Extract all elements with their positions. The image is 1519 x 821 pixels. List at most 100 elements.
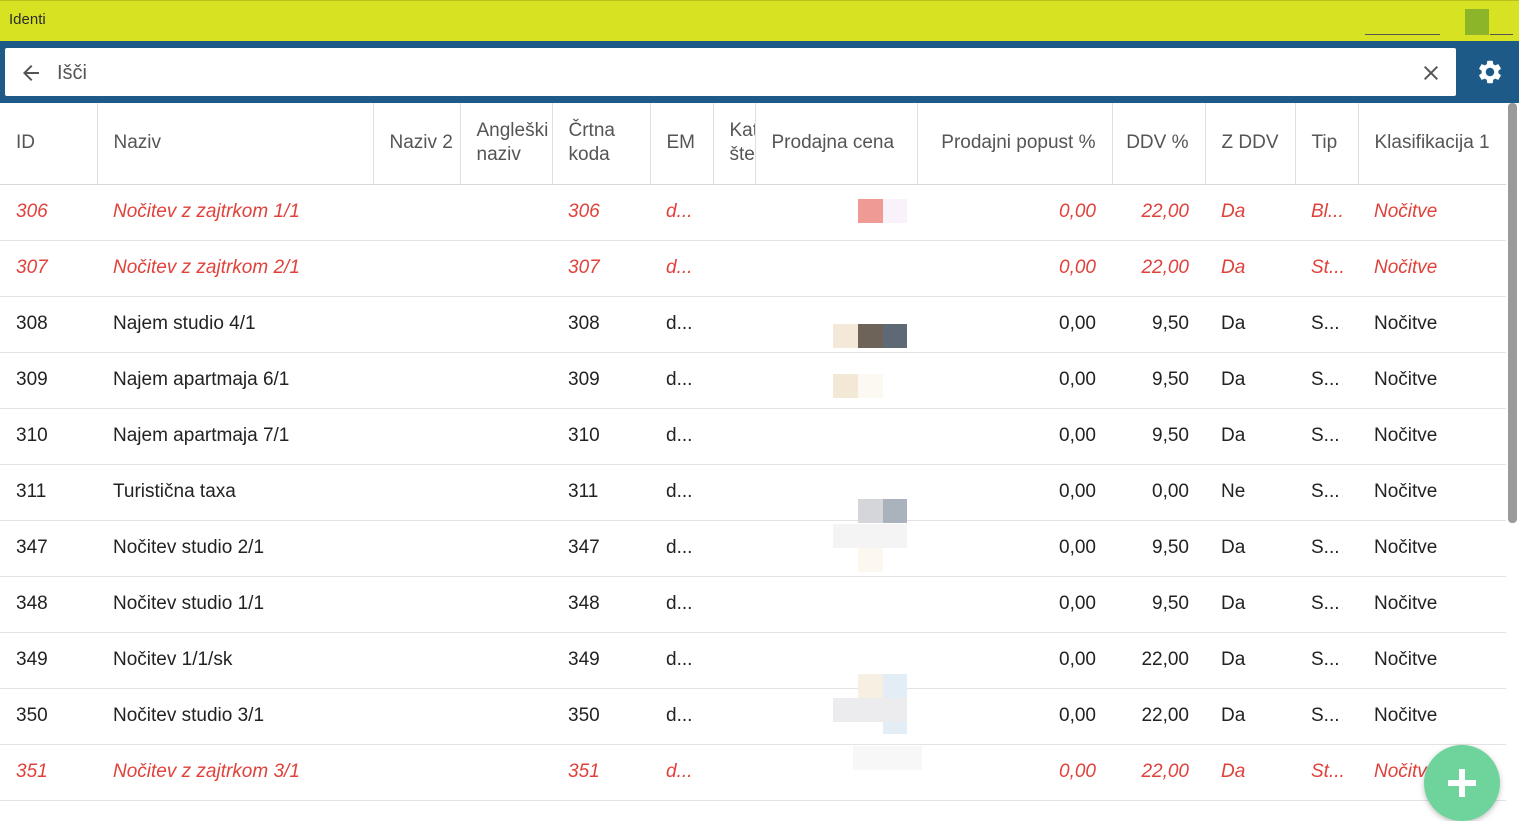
items-table: ID Naziv Naziv 2 Angleški naziv Črtna ko… [0, 103, 1506, 813]
column-header-ddv[interactable]: DDV % [1112, 103, 1206, 185]
cell-crtna: 309 [552, 352, 650, 409]
cell-tip: S... [1295, 632, 1358, 689]
cell-id: 350 [0, 688, 97, 745]
column-header-naziv2[interactable]: Naziv 2 [373, 103, 461, 185]
cell-popust: 0,00 [917, 576, 1112, 633]
cell-tip: S... [1295, 688, 1358, 745]
cell-klas: Nočitve [1358, 632, 1506, 689]
cell-naziv2 [373, 464, 460, 521]
cell-ddv: 9,50 [1112, 576, 1205, 633]
table-row[interactable]: 350 Nočitev studio 3/1 350 d... 0,00 22,00 Da S… [0, 688, 1506, 745]
search-box [5, 48, 1456, 96]
column-header-prodajni-popust[interactable]: Prodajni popust % [917, 103, 1113, 185]
cell-kat [713, 408, 755, 465]
column-header-naziv[interactable]: Naziv [97, 103, 374, 185]
search-input[interactable] [55, 56, 1409, 90]
cell-zddv: Da [1205, 240, 1295, 297]
window-title: Identi [9, 11, 46, 28]
table-row[interactable]: 308 Najem studio 4/1 308 d... 0,00 9,50 Da S...… [0, 296, 1506, 353]
cell-id: 347 [0, 520, 97, 577]
cell-kat [713, 240, 755, 297]
table-row[interactable]: 307 Nočitev z zajtrkom 2/1 307 d... 0,00 22,0… [0, 240, 1506, 297]
cell-popust: 0,00 [917, 744, 1112, 801]
cell-tip: S... [1295, 408, 1358, 465]
cell-klas: Nočitve [1358, 240, 1506, 297]
cell-id: 310 [0, 408, 97, 465]
add-button[interactable] [1424, 745, 1500, 821]
cell-cena [755, 576, 917, 633]
table-row[interactable]: 309 Najem apartmaja 6/1 309 d... 0,00 9,50 Da S… [0, 352, 1506, 409]
arrow-left-icon[interactable] [19, 61, 43, 85]
table-row[interactable]: 306 Nočitev z zajtrkom 1/1 306 d... 0,00 22,0… [0, 184, 1506, 241]
column-header-id[interactable]: ID [0, 103, 98, 185]
gear-icon[interactable] [1476, 58, 1504, 86]
cell-naziv: Nočitev studio 1/1 [97, 576, 373, 633]
cell-popust: 0,00 [917, 464, 1112, 521]
close-icon[interactable] [1419, 61, 1443, 85]
plus-icon [1448, 769, 1476, 797]
column-header-kategorija[interactable]: Kat šte [713, 103, 756, 185]
redacted-price-block [883, 722, 907, 734]
table-row[interactable]: 348 Nočitev studio 1/1 348 d... 0,00 9,50 Da S.… [0, 576, 1506, 633]
minimize-button[interactable] [1365, 34, 1440, 35]
table-row[interactable]: 311 Turistična taxa 311 d... 0,00 0,00 Ne S... N… [0, 464, 1506, 521]
cell-em: d... [650, 240, 713, 297]
cell-klas: Nočitve [1358, 408, 1506, 465]
cell-kat [713, 576, 755, 633]
cell-naziv2 [373, 744, 460, 801]
close-window-button[interactable] [1490, 34, 1513, 35]
redacted-price-block [858, 199, 883, 223]
cell-id: 349 [0, 632, 97, 689]
cell-zddv: Da [1205, 744, 1295, 801]
cell-crtna: 347 [552, 520, 650, 577]
column-header-prodajna-cena[interactable]: Prodajna cena [755, 103, 918, 185]
redacted-price-block [833, 374, 858, 398]
column-header-em[interactable]: EM [650, 103, 714, 185]
cell-cena [755, 408, 917, 465]
redacted-price-block [858, 499, 883, 523]
cell-id: 307 [0, 240, 97, 297]
cell-zddv: Da [1205, 576, 1295, 633]
cell-naziv: Nočitev z zajtrkom 3/1 [97, 744, 373, 801]
cell-zddv: Da [1205, 688, 1295, 745]
redacted-price-block [858, 674, 883, 698]
cell-zddv: Ne [1205, 464, 1295, 521]
cell-popust: 0,00 [917, 688, 1112, 745]
column-header-tip[interactable]: Tip [1295, 103, 1359, 185]
table-row[interactable]: 349 Nočitev 1/1/sk 349 d... 0,00 22,00 Da S... N… [0, 632, 1506, 689]
cell-ddv: 9,50 [1112, 296, 1205, 353]
cell-em: d... [650, 464, 713, 521]
cell-id: 308 [0, 296, 97, 353]
table-row[interactable]: 310 Najem apartmaja 7/1 310 d... 0,00 9,50 Da S… [0, 408, 1506, 465]
cell-tip: S... [1295, 576, 1358, 633]
column-header-klasifikacija[interactable]: Klasifikacija 1 [1358, 103, 1506, 185]
column-header-crtna-koda[interactable]: Črtna koda [552, 103, 651, 185]
cell-zddv: Da [1205, 408, 1295, 465]
cell-zddv: Da [1205, 632, 1295, 689]
table-header: ID Naziv Naziv 2 Angleški naziv Črtna ko… [0, 103, 1506, 185]
cell-tip: S... [1295, 520, 1358, 577]
maximize-button[interactable] [1465, 9, 1489, 35]
cell-kat [713, 688, 755, 745]
cell-em: d... [650, 184, 713, 241]
cell-kat [713, 520, 755, 577]
cell-naziv: Najem apartmaja 7/1 [97, 408, 373, 465]
table-row[interactable]: 347 Nočitev studio 2/1 347 d... 0,00 9,50 Da S.… [0, 520, 1506, 577]
cell-crtna: 306 [552, 184, 650, 241]
cell-crtna: 310 [552, 408, 650, 465]
vertical-scrollbar[interactable] [1508, 103, 1517, 523]
cell-tip: S... [1295, 352, 1358, 409]
column-header-angleski-naziv[interactable]: Angleški naziv [460, 103, 553, 185]
table-row[interactable]: 351 Nočitev z zajtrkom 3/1 351 d... 0,00 22,0… [0, 744, 1506, 801]
cell-em: d... [650, 408, 713, 465]
redacted-price-block [858, 374, 883, 398]
cell-klas: Nočitve [1358, 576, 1506, 633]
cell-zddv: Da [1205, 296, 1295, 353]
cell-id: 306 [0, 184, 97, 241]
redacted-price-block [883, 199, 907, 223]
redacted-price-block [883, 674, 907, 698]
column-header-z-ddv[interactable]: Z DDV [1205, 103, 1296, 185]
cell-naziv: Najem apartmaja 6/1 [97, 352, 373, 409]
cell-naziv: Nočitev z zajtrkom 2/1 [97, 240, 373, 297]
redacted-price-block [858, 324, 883, 348]
